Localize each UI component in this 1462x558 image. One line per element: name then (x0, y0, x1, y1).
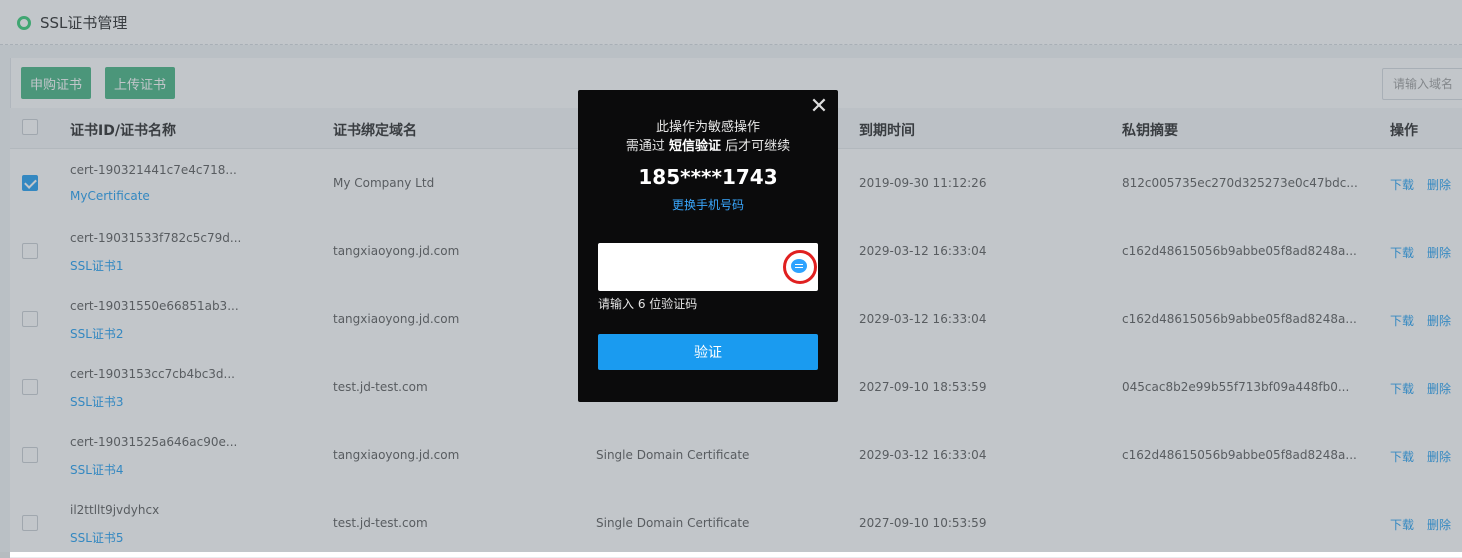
verify-button[interactable]: 验证 (598, 334, 818, 370)
submessage-suffix: 后才可继续 (725, 139, 791, 154)
code-hint: 请输入 6 位验证码 (598, 297, 698, 311)
sms-verification-dialog: ✕ 此操作为敏感操作 需通过 短信验证 后才可继续 185****1743 更换… (578, 90, 838, 402)
change-phone-link[interactable]: 更换手机号码 (578, 196, 838, 213)
masked-phone-number: 185****1743 (638, 165, 778, 189)
submessage-emphasis: 短信验证 (668, 139, 721, 154)
chat-bubble-icon (791, 259, 807, 273)
dialog-message: 此操作为敏感操作 (655, 120, 760, 135)
sms-send-icon[interactable] (783, 250, 817, 284)
close-icon[interactable]: ✕ (808, 96, 830, 118)
submessage-prefix: 需通过 (625, 139, 665, 154)
dialog-submessage: 需通过 短信验证 后才可继续 (578, 135, 838, 154)
